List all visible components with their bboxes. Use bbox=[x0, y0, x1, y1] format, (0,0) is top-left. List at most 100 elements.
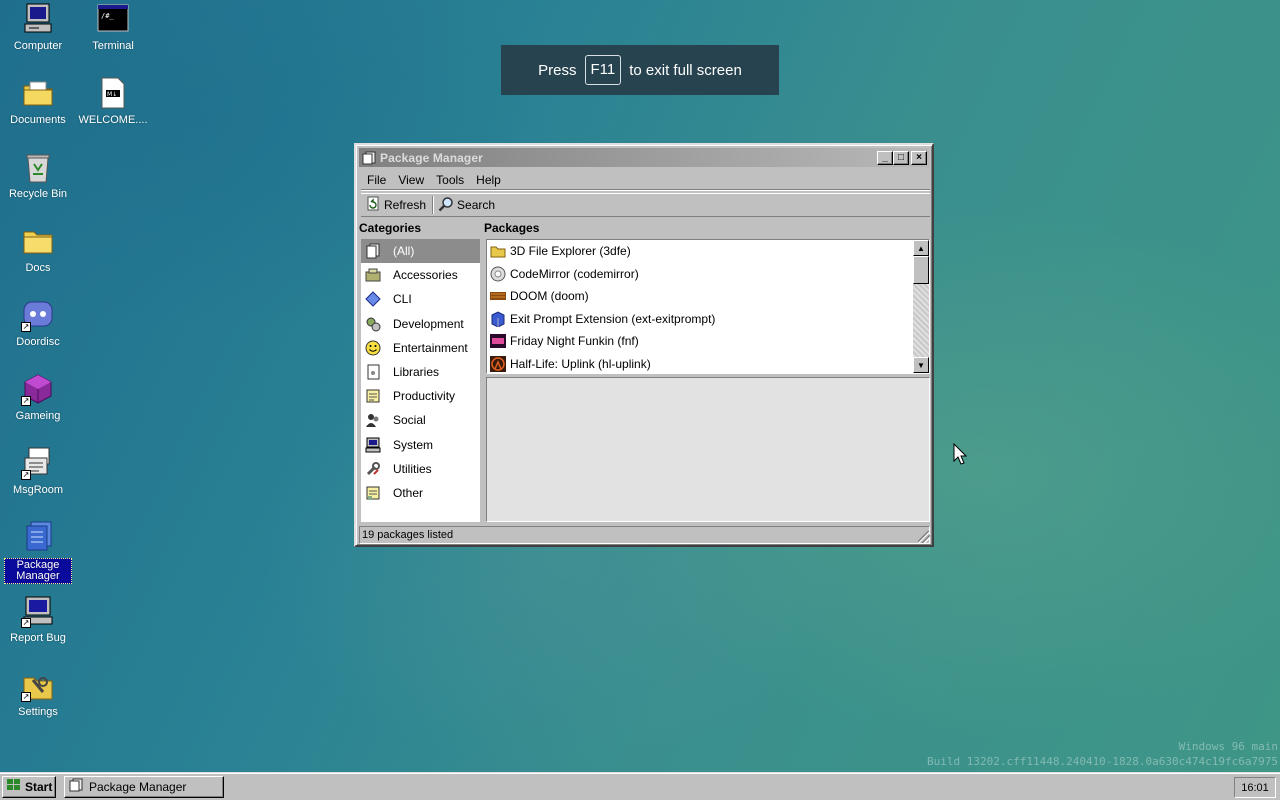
package-item-ext-exitprompt[interactable]: Exit Prompt Extension (ext-exitprompt) bbox=[487, 308, 929, 331]
package-label: Friday Night Funkin (fnf) bbox=[510, 334, 639, 349]
svg-text:M↓: M↓ bbox=[107, 91, 117, 98]
half-life-icon bbox=[490, 355, 506, 372]
build-watermark-line2: Build 13202.cff11448.240410-1828.0a630c4… bbox=[927, 755, 1278, 768]
refresh-icon bbox=[365, 196, 381, 215]
package-manager-icon bbox=[21, 520, 55, 554]
category-libraries[interactable]: Libraries bbox=[361, 360, 480, 384]
start-button[interactable]: Start bbox=[2, 775, 56, 798]
status-text: 19 packages listed bbox=[362, 529, 454, 541]
cli-icon bbox=[365, 291, 381, 308]
search-button[interactable]: Search bbox=[434, 195, 501, 215]
desktop-icon-terminal[interactable]: /#_ Terminal bbox=[75, 2, 151, 53]
category-utilities[interactable]: Utilities bbox=[361, 457, 480, 481]
package-label: DOOM (doom) bbox=[510, 289, 589, 304]
accessories-icon bbox=[365, 267, 381, 283]
category-social[interactable]: Social bbox=[361, 408, 480, 432]
build-watermark-line1: Windows 96 main bbox=[1178, 740, 1278, 753]
start-logo-icon bbox=[6, 777, 22, 796]
category-entertainment[interactable]: Entertainment bbox=[361, 336, 480, 360]
desktop-icon-label: Computer bbox=[13, 40, 63, 52]
maximize-button[interactable]: □ bbox=[893, 150, 909, 165]
svg-text:/#_: /#_ bbox=[101, 12, 114, 20]
category-label: Development bbox=[393, 316, 464, 331]
category-label: Libraries bbox=[393, 365, 440, 380]
desktop-icon-settings[interactable]: ↗ Settings bbox=[0, 668, 76, 719]
category-all[interactable]: (All) bbox=[361, 239, 480, 264]
computer-icon bbox=[21, 2, 55, 36]
packages-header: Packages bbox=[484, 221, 540, 235]
scroll-up-arrow-icon[interactable]: ▲ bbox=[913, 240, 929, 256]
desktop-icon-gameing[interactable]: ↗ Gameing bbox=[0, 372, 76, 423]
menu-tools[interactable]: Tools bbox=[430, 173, 470, 187]
desktop-icon-label: WELCOME.... bbox=[78, 114, 148, 126]
resize-grip-icon[interactable] bbox=[918, 531, 930, 543]
package-item-codemirror[interactable]: CodeMirror (codemirror) bbox=[487, 263, 929, 286]
category-label: Other bbox=[393, 485, 424, 500]
folder-icon bbox=[21, 224, 55, 258]
desktop-icon-documents[interactable]: Documents bbox=[0, 76, 76, 127]
category-productivity[interactable]: Productivity bbox=[361, 384, 480, 408]
scroll-down-arrow-icon[interactable]: ▼ bbox=[913, 357, 929, 373]
close-button[interactable]: × bbox=[911, 150, 927, 165]
menu-view[interactable]: View bbox=[392, 173, 430, 187]
fullscreen-notice: Press F11 to exit full screen bbox=[501, 45, 779, 95]
desktop-icon-label: Documents bbox=[10, 114, 66, 126]
desktop-icon-label: MsgRoom bbox=[12, 484, 64, 496]
menu-bar: File View Tools Help bbox=[361, 170, 930, 190]
desktop-icon-report-bug[interactable]: ↗ Report Bug bbox=[0, 594, 76, 645]
desktop-icon-package-manager[interactable]: Package Manager bbox=[0, 520, 76, 584]
menu-help[interactable]: Help bbox=[470, 173, 507, 187]
refresh-button[interactable]: Refresh bbox=[361, 195, 432, 215]
package-details-pane bbox=[486, 377, 930, 522]
title-bar[interactable]: Package Manager _ □ × bbox=[359, 148, 929, 167]
category-other[interactable]: Other bbox=[361, 481, 480, 505]
package-manager-window: Package Manager _ □ × File View Tools He… bbox=[354, 143, 934, 547]
desktop-icon-label: Doordisc bbox=[16, 336, 60, 348]
desktop-icon-msgroom[interactable]: ↗ MsgRoom bbox=[0, 446, 76, 497]
package-item-doom[interactable]: DOOM (doom) bbox=[487, 285, 929, 308]
package-manager-window-icon bbox=[362, 151, 376, 165]
package-item-hl-uplink[interactable]: Half-Life: Uplink (hl-uplink) bbox=[487, 353, 929, 376]
window-title: Package Manager bbox=[380, 150, 483, 165]
taskbar-item-package-manager[interactable]: Package Manager bbox=[64, 775, 224, 798]
category-development[interactable]: Development bbox=[361, 312, 480, 336]
desktop-icon-doordisc[interactable]: ↗ Doordisc bbox=[0, 298, 76, 349]
search-label: Search bbox=[457, 198, 496, 212]
desktop-icon-label: Settings bbox=[18, 706, 58, 718]
category-system[interactable]: System bbox=[361, 433, 480, 457]
libraries-icon bbox=[365, 364, 381, 380]
fullscreen-notice-suffix: to exit full screen bbox=[629, 61, 742, 79]
minimize-button[interactable]: _ bbox=[877, 150, 893, 165]
desktop-icon-recycle-bin[interactable]: Recycle Bin bbox=[0, 150, 76, 201]
category-label: System bbox=[393, 437, 434, 452]
report-bug-icon: ↗ bbox=[21, 594, 55, 628]
system-icon bbox=[365, 437, 381, 453]
package-item-3dfe[interactable]: 3D File Explorer (3dfe) bbox=[487, 240, 929, 263]
packages-scrollbar[interactable]: ▲ ▼ bbox=[913, 240, 929, 373]
shortcut-arrow-icon: ↗ bbox=[21, 470, 31, 480]
category-cli[interactable]: CLI bbox=[361, 287, 480, 311]
package-label: Half-Life: Uplink (hl-uplink) bbox=[510, 356, 651, 371]
desktop-icon-welcome[interactable]: M↓ WELCOME.... bbox=[75, 76, 151, 127]
utilities-icon bbox=[365, 461, 381, 477]
category-label: Social bbox=[393, 413, 426, 428]
desktop-icon-label: Package Manager bbox=[4, 558, 72, 584]
markdown-file-icon: M↓ bbox=[96, 76, 130, 110]
menu-file[interactable]: File bbox=[361, 173, 392, 187]
package-item-fnf[interactable]: Friday Night Funkin (fnf) bbox=[487, 330, 929, 353]
shortcut-arrow-icon: ↗ bbox=[21, 692, 31, 702]
desktop-icon-docs[interactable]: Docs bbox=[0, 224, 76, 275]
social-icon bbox=[365, 412, 381, 428]
gameing-icon: ↗ bbox=[21, 372, 55, 406]
refresh-label: Refresh bbox=[384, 198, 427, 212]
recycle-bin-icon bbox=[21, 150, 55, 184]
settings-icon: ↗ bbox=[21, 668, 55, 702]
scroll-thumb[interactable] bbox=[913, 256, 929, 284]
system-tray-clock[interactable]: 16:01 bbox=[1234, 777, 1276, 798]
category-label: Productivity bbox=[393, 389, 456, 404]
doom-icon bbox=[490, 288, 506, 304]
desktop-icon-computer[interactable]: Computer bbox=[0, 2, 76, 53]
package-label: Exit Prompt Extension (ext-exitprompt) bbox=[510, 311, 716, 326]
terminal-icon: /#_ bbox=[96, 2, 130, 36]
category-accessories[interactable]: Accessories bbox=[361, 263, 480, 287]
